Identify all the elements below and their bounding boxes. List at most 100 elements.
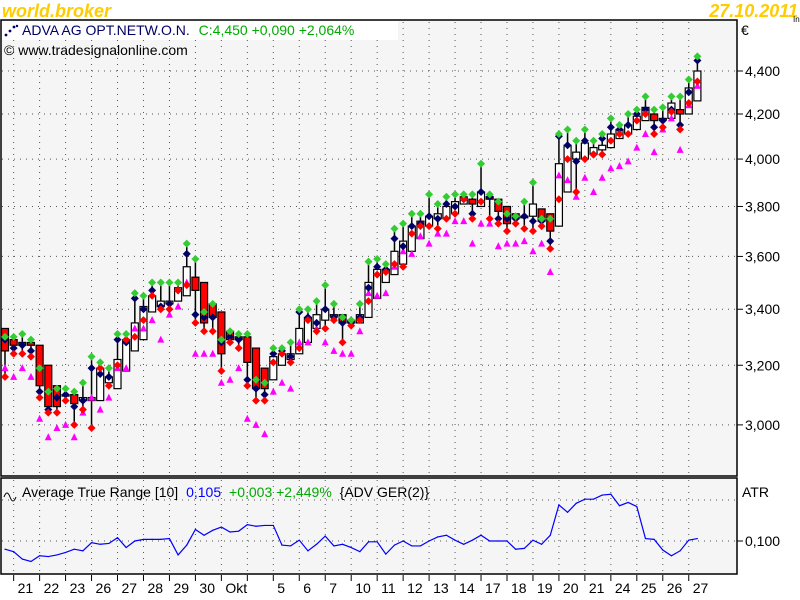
atr-point [376, 541, 378, 543]
atr-point [489, 540, 491, 542]
atr-point [290, 545, 292, 547]
atr-point [272, 524, 274, 527]
chart-canvas: world.broker 27.10.2011 In 3,000 3,200 3,4… [0, 1, 800, 596]
price-tick-label: 4,400 [745, 63, 780, 79]
atr-point [229, 531, 231, 533]
candle-body [191, 276, 200, 292]
atr-point [480, 534, 482, 536]
atr-point [558, 504, 560, 506]
date-label: 28 [147, 580, 163, 596]
date-label: 30 [199, 580, 215, 596]
candle-body [528, 203, 538, 217]
atr-point [575, 502, 577, 504]
atr-point [333, 545, 335, 547]
atr-point [445, 534, 448, 536]
atr-point [64, 551, 67, 554]
atr-legend-name: Average True Range [10] [22, 484, 178, 500]
date-label: 6 [303, 580, 311, 596]
brand-logo: world.broker [2, 1, 112, 21]
candle-body [217, 311, 226, 355]
atr-point [592, 498, 595, 500]
date-label: 13 [433, 580, 449, 596]
atr-point [393, 544, 396, 546]
atr-point [73, 548, 75, 550]
atr-point [385, 553, 387, 555]
atr-point [402, 540, 404, 542]
candle-body [243, 336, 252, 363]
candle-body [675, 108, 685, 115]
atr-point [99, 543, 101, 545]
atr-point [177, 554, 179, 556]
date-label: 10 [355, 580, 371, 596]
atr-point [584, 498, 586, 500]
atr-point [47, 555, 49, 558]
atr-point [194, 528, 197, 531]
date-label: 7 [329, 580, 337, 596]
price-tick-label: 3,200 [745, 357, 780, 373]
date-label: 11 [381, 580, 396, 596]
corner-label: In [793, 15, 800, 24]
date-label: 26 [667, 580, 683, 596]
date-label: 22 [44, 580, 60, 596]
atr-point [549, 534, 551, 536]
date-label: 25 [641, 580, 657, 596]
atr-point [566, 511, 569, 513]
date-label: 12 [407, 580, 423, 596]
atr-point [151, 538, 153, 540]
atr-point [56, 554, 58, 556]
atr-point [618, 505, 621, 507]
candle-body [70, 393, 79, 405]
atr-point [506, 540, 508, 542]
legend-symbol[interactable]: ADVA AG OPT.NETW.O.N. C:4,450 +0,090 +2,… [22, 22, 354, 38]
atr-legend-value: 0,105 [186, 484, 221, 500]
atr-point [298, 539, 300, 541]
date-label: 24 [615, 580, 631, 596]
atr-point [82, 550, 84, 552]
atr-point [238, 530, 240, 532]
date-label: 23 [70, 580, 86, 596]
date-label: 21 [18, 580, 34, 596]
date-label: 19 [537, 580, 553, 596]
price-tick-label: 3,400 [745, 301, 780, 317]
date-label: 20 [563, 580, 579, 596]
candle-body [468, 198, 477, 205]
atr-point [601, 494, 603, 496]
copyright-text: © www.tradesignalonline.com [4, 42, 188, 58]
atr-point [255, 525, 257, 527]
atr-point [627, 501, 629, 504]
atr-point [515, 548, 517, 550]
price-panel[interactable] [0, 19, 738, 477]
date-label: 26 [96, 580, 112, 596]
atr-point [39, 555, 41, 557]
date-label: Okt [225, 580, 247, 596]
atr-point [463, 543, 465, 545]
atr-point [134, 540, 136, 542]
price-axis: 3,000 3,200 3,400 3,600 3,800 4,000 4,200 4,400… [737, 63, 780, 549]
atr-point [315, 543, 318, 545]
date-label: 27 [693, 580, 709, 596]
atr-point [168, 537, 171, 540]
atr-point [437, 536, 439, 538]
atr-point [419, 545, 422, 547]
atr-point [142, 538, 145, 540]
atr-point [696, 537, 699, 540]
atr-axis-label: ATR [742, 484, 769, 500]
candle-body [650, 113, 659, 122]
date-label: 29 [173, 580, 189, 596]
candle-body [598, 144, 607, 151]
atr-point [662, 549, 664, 551]
atr-point [4, 548, 6, 550]
atr-point [125, 546, 127, 549]
atr-point [532, 539, 534, 541]
atr-point [108, 542, 110, 545]
atr-point [636, 505, 638, 508]
date-label: 18 [511, 580, 527, 596]
atr-point [670, 555, 673, 557]
atr-legend-source: {ADV GER(2)} [340, 484, 430, 500]
price-tick-label: 4,000 [745, 151, 780, 167]
atr-point [116, 537, 119, 539]
atr-point [610, 493, 612, 495]
atr-tick-label: 0,100 [745, 533, 780, 549]
atr-point [367, 541, 370, 543]
price-tick-label: 4,200 [745, 106, 780, 122]
